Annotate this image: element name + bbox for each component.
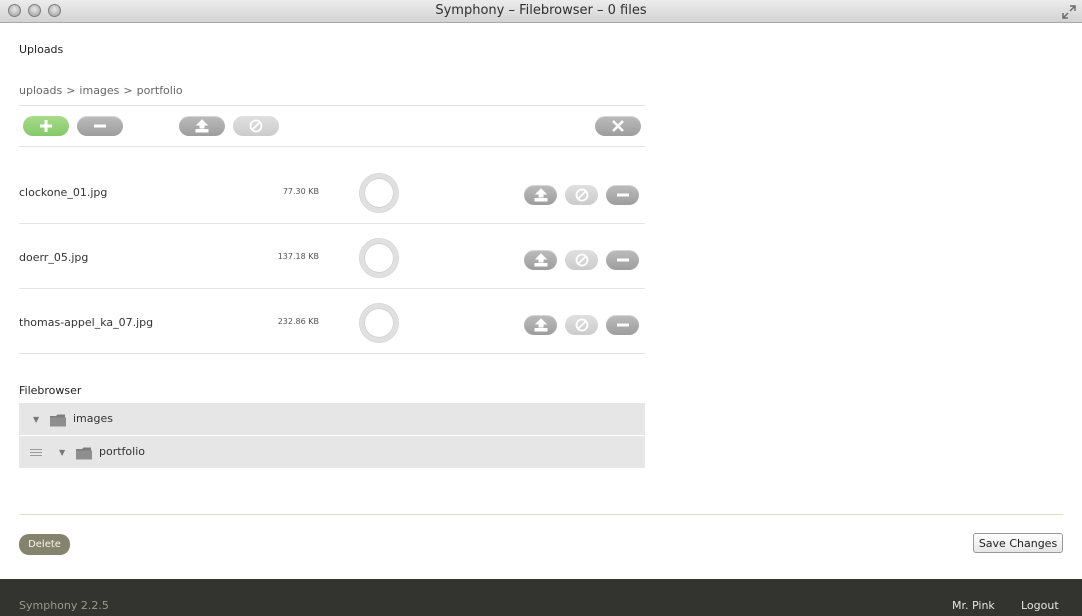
add-file-button[interactable] bbox=[23, 116, 69, 136]
plus-icon bbox=[40, 120, 52, 132]
file-size: 137.18 KB bbox=[277, 252, 319, 261]
version-label: Symphony 2.2.5 bbox=[19, 599, 109, 612]
minus-icon bbox=[94, 124, 106, 128]
upload-row: clockone_01.jpg 77.30 KB bbox=[19, 174, 645, 239]
progress-ring-icon bbox=[360, 174, 398, 212]
remove-file-button[interactable] bbox=[606, 250, 639, 270]
upload-file-button[interactable] bbox=[524, 185, 557, 205]
file-name: doerr_05.jpg bbox=[19, 251, 89, 264]
upload-row: thomas-appel_ka_07.jpg 232.86 KB bbox=[19, 304, 645, 369]
divider bbox=[19, 146, 645, 147]
divider bbox=[19, 353, 645, 354]
clear-uploads-button[interactable] bbox=[595, 116, 641, 136]
divider bbox=[19, 105, 645, 106]
filebrowser-heading: Filebrowser bbox=[19, 384, 82, 397]
folder-icon bbox=[50, 412, 66, 431]
tree-row-images[interactable]: ▼ images bbox=[19, 403, 645, 435]
cancel-icon bbox=[575, 318, 588, 332]
minus-icon bbox=[616, 258, 629, 262]
upload-icon bbox=[534, 188, 547, 202]
main-content: Uploads uploads > images > portfolio clockon… bbox=[0, 24, 1082, 579]
upload-row: doerr_05.jpg 137.18 KB bbox=[19, 239, 645, 304]
cancel-all-button[interactable] bbox=[233, 116, 279, 136]
expand-arrow-icon[interactable]: ▼ bbox=[33, 415, 39, 424]
upload-icon bbox=[195, 119, 209, 133]
cancel-icon bbox=[575, 253, 588, 267]
divider bbox=[19, 223, 645, 224]
user-link[interactable]: Mr. Pink bbox=[952, 599, 995, 612]
cancel-file-button[interactable] bbox=[565, 250, 598, 270]
window-title: Symphony – Filebrowser – 0 files bbox=[435, 3, 647, 18]
breadcrumb-separator: > bbox=[66, 84, 76, 97]
divider bbox=[19, 288, 645, 289]
breadcrumb-item-uploads[interactable]: uploads bbox=[19, 84, 62, 97]
window-titlebar: Symphony – Filebrowser – 0 files bbox=[0, 0, 1082, 23]
drag-handle-icon[interactable] bbox=[30, 449, 42, 458]
file-size: 232.86 KB bbox=[277, 317, 319, 326]
progress-ring-icon bbox=[360, 239, 398, 277]
file-size: 77.30 KB bbox=[282, 187, 319, 196]
uploads-heading: Uploads bbox=[19, 43, 64, 56]
remove-all-button[interactable] bbox=[77, 116, 123, 136]
save-changes-button[interactable]: Save Changes bbox=[973, 533, 1063, 553]
remove-file-button[interactable] bbox=[606, 185, 639, 205]
breadcrumb-item-portfolio[interactable]: portfolio bbox=[137, 84, 183, 97]
breadcrumb: uploads > images > portfolio bbox=[19, 84, 187, 97]
cancel-icon bbox=[249, 119, 263, 133]
upload-file-button[interactable] bbox=[524, 315, 557, 335]
upload-file-button[interactable] bbox=[524, 250, 557, 270]
tree-row-portfolio[interactable]: ▼ portfolio bbox=[19, 436, 645, 468]
folder-icon bbox=[76, 445, 92, 464]
divider bbox=[19, 514, 1063, 515]
file-name: thomas-appel_ka_07.jpg bbox=[19, 316, 154, 329]
tree-label[interactable]: portfolio bbox=[99, 445, 145, 458]
upload-icon bbox=[534, 253, 547, 267]
remove-file-button[interactable] bbox=[606, 315, 639, 335]
breadcrumb-item-images[interactable]: images bbox=[79, 84, 119, 97]
fullscreen-icon[interactable] bbox=[1062, 4, 1076, 19]
breadcrumb-separator: > bbox=[123, 84, 133, 97]
close-icon bbox=[612, 120, 624, 132]
cancel-file-button[interactable] bbox=[565, 315, 598, 335]
delete-button[interactable]: Delete bbox=[19, 534, 70, 555]
upload-icon bbox=[534, 318, 547, 332]
logout-link[interactable]: Logout bbox=[1021, 599, 1059, 612]
footer-bar: Symphony 2.2.5 Mr. Pink Logout bbox=[0, 579, 1082, 616]
upload-all-button[interactable] bbox=[179, 116, 225, 136]
minus-icon bbox=[616, 193, 629, 197]
expand-arrow-icon[interactable]: ▼ bbox=[59, 448, 65, 457]
tree-label[interactable]: images bbox=[73, 412, 113, 425]
cancel-icon bbox=[575, 188, 588, 202]
file-name: clockone_01.jpg bbox=[19, 186, 108, 199]
progress-ring-icon bbox=[360, 304, 398, 342]
minus-icon bbox=[616, 323, 629, 327]
cancel-file-button[interactable] bbox=[565, 185, 598, 205]
